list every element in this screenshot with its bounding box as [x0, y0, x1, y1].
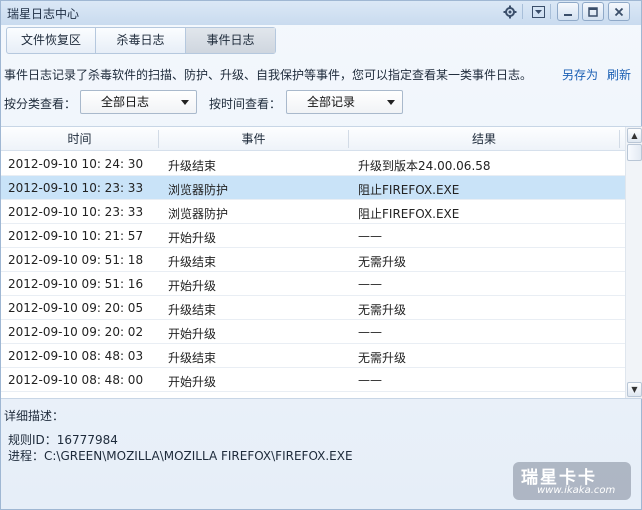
table-row[interactable]: 2012-09-10 09: 51: 18 升级结束 无需升级	[1, 248, 625, 272]
time-filter-label: 按时间查看：	[209, 97, 282, 111]
detail-title: 详细描述：	[4, 409, 65, 423]
cell-result: ——	[358, 373, 382, 387]
cell-time: 2012-09-10 10: 23: 33	[8, 205, 144, 219]
save-as-link[interactable]: 另存为	[562, 66, 598, 83]
table-row[interactable]: 2012-09-10 10: 21: 57 开始升级 ——	[1, 224, 625, 248]
watermark-url: www.ikaka.com	[537, 485, 616, 496]
column-header-event[interactable]: 事件	[159, 127, 348, 151]
cell-result: 无需升级	[358, 255, 407, 269]
cell-result: ——	[358, 277, 382, 291]
cell-time: 2012-09-10 08: 48: 00	[8, 373, 144, 387]
column-header-time[interactable]: 时间	[1, 127, 158, 151]
watermark-logo: 瑞星卡卡 www.ikaka.com	[513, 462, 631, 500]
table-row[interactable]: 2012-09-10 10: 24: 30 升级结束 升级到版本24.00.06…	[1, 152, 625, 176]
table-row[interactable]: 2012-09-10 10: 23: 33 浏览器防护 阻止FIREFOX.EX…	[1, 176, 625, 200]
scroll-down-icon[interactable]: ▼	[627, 382, 642, 397]
cell-event: 升级结束	[168, 255, 217, 269]
cell-result: 升级到版本24.00.06.58	[358, 159, 491, 173]
title-bar[interactable]: 瑞星日志中心	[1, 1, 641, 25]
cell-event: 升级结束	[168, 303, 217, 317]
table-body: 2012-09-10 10: 24: 30 升级结束 升级到版本24.00.06…	[1, 152, 625, 392]
column-header-result[interactable]: 结果	[349, 127, 619, 151]
cell-result: 阻止FIREFOX.EXE	[358, 207, 460, 221]
table-row[interactable]: 2012-09-10 08: 48: 03 升级结束 无需升级	[1, 344, 625, 368]
cell-time: 2012-09-10 10: 24: 30	[8, 157, 144, 171]
cell-result: 无需升级	[358, 303, 407, 317]
window-title: 瑞星日志中心	[7, 7, 80, 21]
gear-icon[interactable]	[499, 2, 521, 21]
table-row[interactable]: 2012-09-10 09: 20: 02 开始升级 ——	[1, 320, 625, 344]
detail-rule-id: 规则ID：16777984	[8, 433, 118, 447]
cell-time: 2012-09-10 09: 51: 18	[8, 253, 144, 267]
time-filter-value: 全部记录	[307, 95, 356, 109]
refresh-link[interactable]: 刷新	[607, 66, 631, 83]
cell-event: 开始升级	[168, 279, 217, 293]
cell-event: 升级结束	[168, 351, 217, 365]
tab-file-recovery[interactable]: 文件恢复区	[7, 28, 96, 53]
category-filter-label: 按分类查看：	[4, 97, 77, 111]
cell-result: 阻止FIREFOX.EXE	[358, 183, 460, 197]
cell-event: 升级结束	[168, 159, 217, 173]
cell-time: 2012-09-10 09: 20: 05	[8, 301, 144, 315]
table-header: 时间 事件 结果	[1, 127, 625, 151]
table-scrollbar[interactable]: ▲ ▼	[625, 127, 642, 398]
cell-time: 2012-09-10 09: 20: 02	[8, 325, 144, 339]
log-center-window: 瑞星日志中心 文件恢复区 杀毒日志 事件日志 事件日志记录了杀毒软件的扫描、防护…	[0, 0, 642, 510]
cell-time: 2012-09-10 10: 23: 33	[8, 181, 144, 195]
cell-result: 无需升级	[358, 351, 407, 365]
category-filter-select[interactable]: 全部日志	[80, 90, 197, 114]
event-table: 时间 事件 结果 2012-09-10 10: 24: 30 升级结束 升级到版…	[1, 126, 642, 399]
maximize-icon[interactable]	[582, 2, 604, 21]
minimize-icon[interactable]	[557, 2, 579, 21]
table-row[interactable]: 2012-09-10 10: 23: 33 浏览器防护 阻止FIREFOX.EX…	[1, 200, 625, 224]
chevron-down-icon	[387, 100, 395, 105]
tab-antivirus-log[interactable]: 杀毒日志	[96, 28, 186, 53]
cell-event: 开始升级	[168, 375, 217, 389]
close-icon[interactable]	[608, 2, 630, 21]
chevron-down-icon	[181, 100, 189, 105]
menu-icon[interactable]	[527, 2, 549, 21]
scroll-up-icon[interactable]: ▲	[627, 128, 642, 143]
event-log-description: 事件日志记录了杀毒软件的扫描、防护、升级、自我保护等事件，您可以指定查看某一类事…	[4, 68, 533, 82]
detail-process: 进程：C:\GREEN\MOZILLA\MOZILLA FIREFOX\FIRE…	[8, 449, 353, 463]
time-filter-select[interactable]: 全部记录	[286, 90, 403, 114]
scroll-thumb[interactable]	[627, 144, 642, 161]
cell-event: 开始升级	[168, 327, 217, 341]
cell-event: 开始升级	[168, 231, 217, 245]
cell-time: 2012-09-10 09: 51: 16	[8, 277, 144, 291]
cell-time: 2012-09-10 08: 48: 03	[8, 349, 144, 363]
tab-event-log[interactable]: 事件日志	[186, 28, 275, 53]
tab-bar: 文件恢复区 杀毒日志 事件日志	[6, 27, 276, 54]
category-filter-value: 全部日志	[101, 95, 150, 109]
table-row[interactable]: 2012-09-10 09: 51: 16 开始升级 ——	[1, 272, 625, 296]
table-row[interactable]: 2012-09-10 09: 20: 05 升级结束 无需升级	[1, 296, 625, 320]
cell-time: 2012-09-10 10: 21: 57	[8, 229, 144, 243]
cell-result: ——	[358, 325, 382, 339]
table-row[interactable]: 2012-09-10 08: 48: 00 开始升级 ——	[1, 368, 625, 392]
cell-event: 浏览器防护	[168, 207, 229, 221]
cell-event: 浏览器防护	[168, 183, 229, 197]
cell-result: ——	[358, 229, 382, 243]
